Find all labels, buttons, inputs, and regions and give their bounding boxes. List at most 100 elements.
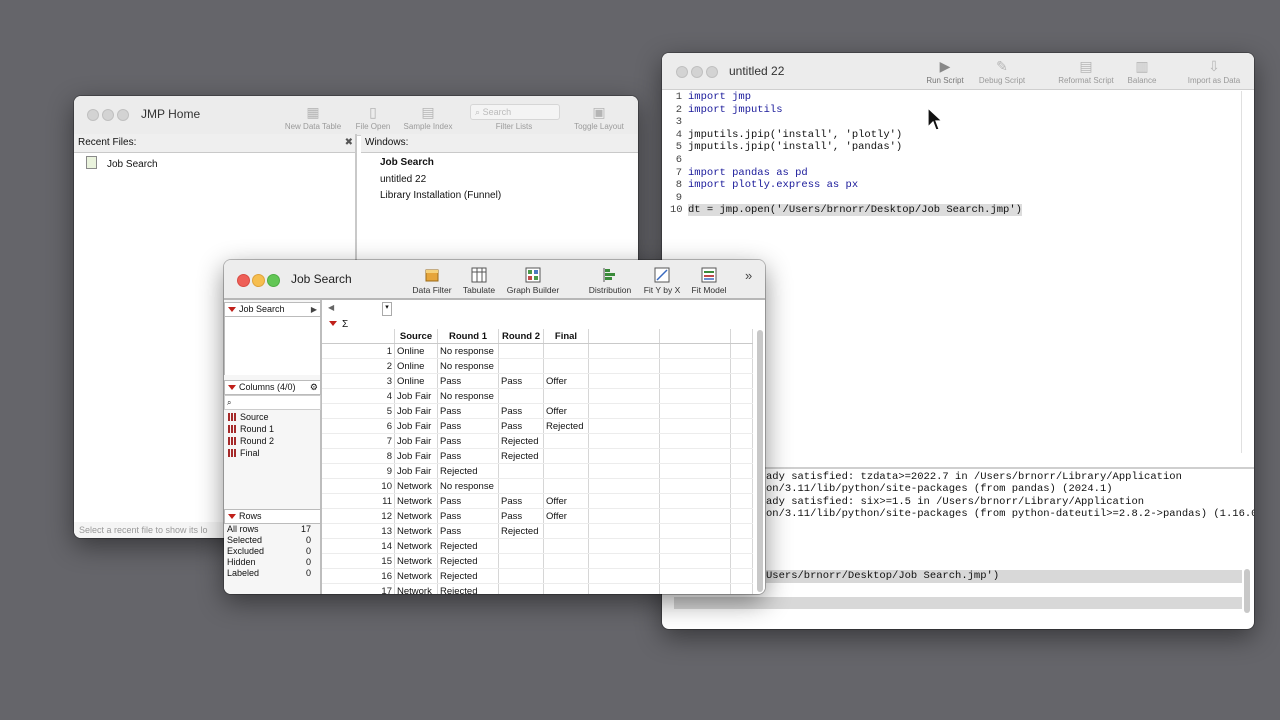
row-number[interactable]: 4 bbox=[322, 388, 395, 404]
table-row[interactable]: 15 Network Rejected bbox=[322, 553, 753, 569]
minimize-button[interactable] bbox=[102, 109, 114, 121]
column-item[interactable]: Final bbox=[228, 448, 260, 458]
table-row[interactable]: 6 Job Fair Pass Pass Rejected bbox=[322, 418, 753, 434]
table-cell[interactable]: Offer bbox=[543, 403, 589, 419]
table-row[interactable]: 7 Job Fair Pass Rejected bbox=[322, 433, 753, 449]
row-number[interactable]: 8 bbox=[322, 448, 395, 464]
table-cell[interactable]: Network bbox=[394, 568, 438, 584]
table-row[interactable]: 14 Network Rejected bbox=[322, 538, 753, 554]
window-item-untitled[interactable]: untitled 22 bbox=[380, 174, 426, 185]
table-cell[interactable]: Job Fair bbox=[394, 388, 438, 404]
table-row[interactable]: 17 Network Rejected bbox=[322, 583, 753, 594]
close-button[interactable] bbox=[237, 274, 250, 287]
table-cell[interactable] bbox=[543, 343, 589, 359]
table-row[interactable]: 10 Network No response bbox=[322, 478, 753, 494]
table-cell[interactable]: Rejected bbox=[437, 538, 499, 554]
disclosure-red-triangle-icon[interactable] bbox=[228, 306, 236, 312]
row-number[interactable]: 12 bbox=[322, 508, 395, 524]
log-scrollbar[interactable] bbox=[1244, 569, 1250, 613]
table-cell[interactable]: Rejected bbox=[437, 463, 499, 479]
row-number[interactable]: 7 bbox=[322, 433, 395, 449]
table-cell[interactable]: Pass bbox=[437, 373, 499, 389]
debug-script-button[interactable]: ✎ Debug Script bbox=[967, 58, 1037, 85]
table-cell[interactable]: Pass bbox=[437, 448, 499, 464]
window-item-job-search[interactable]: Job Search bbox=[380, 157, 434, 168]
table-cell[interactable]: Online bbox=[394, 343, 438, 359]
table-row[interactable]: 3 Online Pass Pass Offer bbox=[322, 373, 753, 389]
table-cell[interactable] bbox=[498, 583, 544, 594]
columns-header[interactable]: Columns (4/0) ⚙ bbox=[224, 380, 321, 395]
row-number[interactable]: 6 bbox=[322, 418, 395, 434]
table-cell[interactable]: Pass bbox=[437, 433, 499, 449]
table-row[interactable]: 13 Network Pass Rejected bbox=[322, 523, 753, 539]
more-tools-icon[interactable]: » bbox=[745, 268, 752, 283]
clear-icon[interactable]: ✖ bbox=[345, 134, 353, 152]
table-row[interactable]: 2 Online No response bbox=[322, 358, 753, 374]
table-cell[interactable]: Pass bbox=[437, 493, 499, 509]
distribution-button[interactable]: Distribution bbox=[580, 267, 640, 295]
row-number[interactable]: 1 bbox=[322, 343, 395, 359]
table-cell[interactable]: Pass bbox=[498, 493, 544, 509]
table-cell[interactable] bbox=[543, 448, 589, 464]
table-cell[interactable] bbox=[498, 343, 544, 359]
table-cell[interactable]: No response bbox=[437, 478, 499, 494]
tabulate-button[interactable]: Tabulate bbox=[449, 267, 509, 295]
table-cell[interactable] bbox=[543, 358, 589, 374]
log-input-line[interactable] bbox=[674, 597, 1242, 609]
table-cell[interactable]: Job Fair bbox=[394, 433, 438, 449]
table-row[interactable]: 8 Job Fair Pass Rejected bbox=[322, 448, 753, 464]
column-menu-icon[interactable]: ▾ bbox=[382, 302, 392, 316]
play-icon[interactable]: ▶ bbox=[311, 303, 317, 316]
table-cell[interactable] bbox=[543, 433, 589, 449]
table-cell[interactable]: Rejected bbox=[437, 568, 499, 584]
table-cell[interactable] bbox=[543, 583, 589, 594]
table-cell[interactable] bbox=[543, 568, 589, 584]
column-item[interactable]: Source bbox=[228, 412, 269, 422]
table-cell[interactable] bbox=[498, 538, 544, 554]
table-row[interactable]: 11 Network Pass Pass Offer bbox=[322, 493, 753, 509]
window-item-library[interactable]: Library Installation (Funnel) bbox=[380, 190, 501, 201]
table-cell[interactable] bbox=[543, 523, 589, 539]
table-row[interactable]: 4 Job Fair No response bbox=[322, 388, 753, 404]
table-cell[interactable] bbox=[543, 553, 589, 569]
column-settings-icon[interactable]: ⚙ bbox=[310, 381, 318, 394]
table-cell[interactable]: Offer bbox=[543, 493, 589, 509]
table-cell[interactable] bbox=[498, 568, 544, 584]
code-editor[interactable]: 1 import jmp 2 import jmputils 3 4 jmputils… bbox=[670, 91, 1022, 217]
column-item[interactable]: Round 1 bbox=[228, 424, 274, 434]
table-cell[interactable]: Rejected bbox=[498, 448, 544, 464]
search-input[interactable]: ⌕ Search bbox=[470, 104, 560, 120]
close-button[interactable] bbox=[87, 109, 99, 121]
table-row[interactable]: 5 Job Fair Pass Pass Offer bbox=[322, 403, 753, 419]
filter-lists-button[interactable]: Filter Lists bbox=[479, 122, 549, 131]
table-cell[interactable]: Network bbox=[394, 508, 438, 524]
row-number[interactable]: 9 bbox=[322, 463, 395, 479]
table-row[interactable]: 12 Network Pass Pass Offer bbox=[322, 508, 753, 524]
fit-model-button[interactable]: Fit Model bbox=[679, 267, 739, 295]
table-cell[interactable] bbox=[498, 553, 544, 569]
table-cell[interactable] bbox=[498, 478, 544, 494]
vertical-scrollbar[interactable] bbox=[757, 330, 763, 592]
row-number[interactable]: 14 bbox=[322, 538, 395, 554]
row-number[interactable]: 5 bbox=[322, 403, 395, 419]
table-cell[interactable]: Pass bbox=[437, 508, 499, 524]
table-cell[interactable]: Pass bbox=[437, 523, 499, 539]
column-header-round-1[interactable]: Round 1 bbox=[437, 329, 499, 344]
close-button[interactable] bbox=[676, 66, 688, 78]
row-number[interactable]: 13 bbox=[322, 523, 395, 539]
table-cell[interactable]: No response bbox=[437, 343, 499, 359]
column-item[interactable]: Round 2 bbox=[228, 436, 274, 446]
table-cell[interactable]: Network bbox=[394, 583, 438, 594]
table-cell[interactable]: Online bbox=[394, 373, 438, 389]
table-cell[interactable]: Rejected bbox=[437, 583, 499, 594]
disclosure-red-triangle-icon[interactable] bbox=[228, 513, 236, 519]
row-number[interactable]: 2 bbox=[322, 358, 395, 374]
zoom-button[interactable] bbox=[117, 109, 129, 121]
table-cell[interactable]: Network bbox=[394, 493, 438, 509]
table-cell[interactable]: Pass bbox=[498, 403, 544, 419]
zoom-button[interactable] bbox=[267, 274, 280, 287]
table-cell[interactable] bbox=[498, 388, 544, 404]
table-cell[interactable]: No response bbox=[437, 388, 499, 404]
table-cell[interactable]: Pass bbox=[437, 403, 499, 419]
table-cell[interactable] bbox=[543, 478, 589, 494]
